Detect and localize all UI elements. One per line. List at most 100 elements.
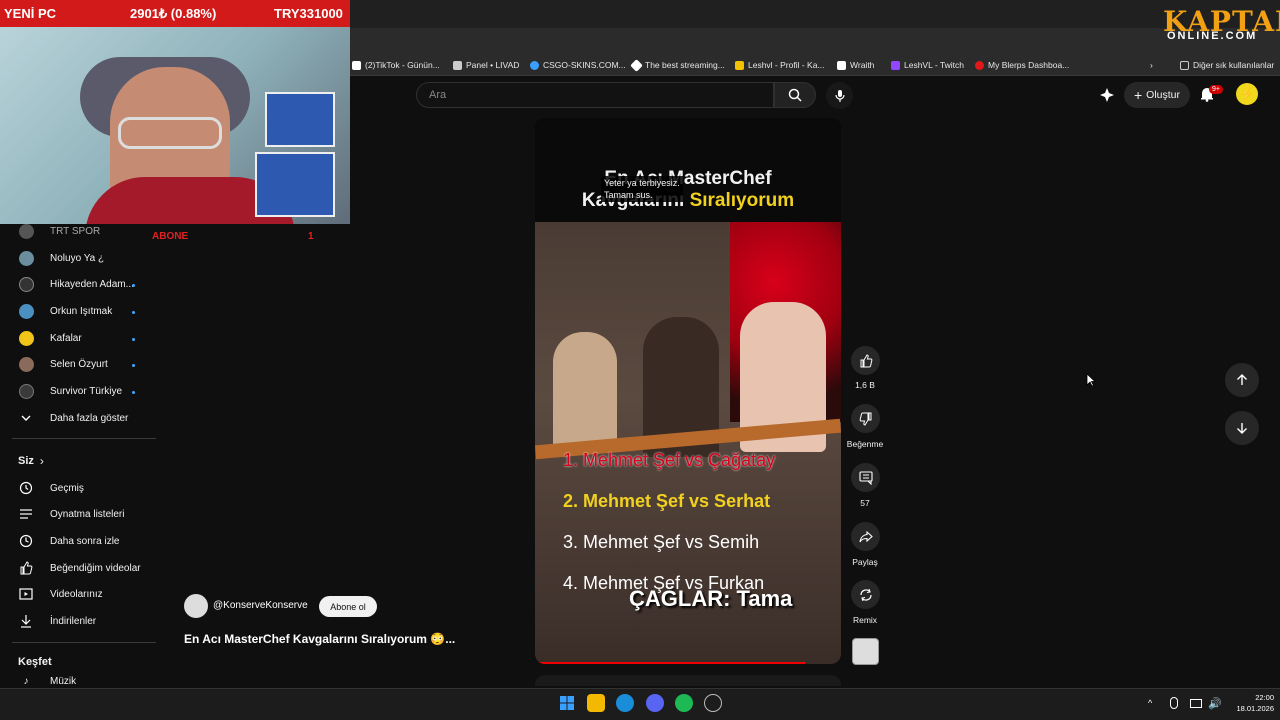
live-indicator-dot	[132, 364, 135, 367]
folder-icon	[1180, 60, 1189, 70]
windows-start-icon[interactable]	[558, 694, 576, 712]
sidebar-item-history[interactable]: Geçmiş	[18, 478, 84, 498]
history-icon	[18, 480, 34, 496]
like-count: 1,6 B	[855, 380, 875, 390]
show-more-button[interactable]: Daha fazla göster	[18, 408, 128, 428]
dislike-button[interactable]	[851, 404, 880, 433]
remix-label: Remix	[852, 615, 878, 625]
short-title-line2: Kavgalarını Sıralıyorum	[582, 190, 795, 211]
bookmark-item[interactable]: CSGO-SKINS.COM...	[530, 58, 626, 72]
sidebar-item-downloads[interactable]: İndirilenler	[18, 611, 96, 631]
plus-icon: +	[1133, 87, 1143, 103]
notification-badge: 9+	[1209, 85, 1223, 94]
bookmark-item[interactable]: Wraith	[837, 58, 874, 72]
arrow-down-icon	[1237, 423, 1247, 434]
sparkle-icon	[1100, 88, 1114, 102]
sidebar-divider	[12, 642, 156, 643]
ranking-item: 2. Mehmet Şef vs Serhat	[563, 491, 771, 511]
subscription-item[interactable]: Noluyo Ya ¿	[18, 248, 104, 268]
share-button[interactable]	[851, 522, 880, 551]
file-explorer-icon[interactable]	[587, 694, 605, 712]
voice-search-button[interactable]	[826, 82, 853, 109]
search-button[interactable]	[774, 82, 816, 108]
live-indicator-dot	[132, 391, 135, 394]
subtitle-overlay: ÇAĞLAR: Tama	[629, 586, 793, 611]
subscribe-button[interactable]: Abone ol	[319, 596, 377, 617]
short-title-card: En Acı MasterChef Kavgalarını Sıralıyoru…	[535, 118, 841, 222]
sidebar-item-music[interactable]: ♪ Müzik	[18, 676, 77, 686]
eagle-poster	[255, 152, 335, 217]
volume-icon[interactable]: 🔊	[1208, 697, 1222, 710]
sound-thumbnail[interactable]	[852, 638, 879, 665]
live-indicator-dot	[132, 311, 135, 314]
discord-icon[interactable]	[646, 694, 664, 712]
you-section-header[interactable]: Siz ›	[18, 454, 44, 468]
subscription-item[interactable]: Kafalar	[18, 328, 82, 348]
bookmark-item[interactable]: Panel • LIVAD	[453, 58, 519, 72]
progress-bar[interactable]	[535, 662, 805, 664]
bookmark-item[interactable]: LeshVL - Twitch	[891, 58, 964, 72]
subscription-item[interactable]: TRT SPOR	[18, 221, 100, 241]
previous-short-button[interactable]	[1225, 363, 1259, 397]
arrow-up-icon	[1237, 374, 1247, 385]
search-input[interactable]: Ara	[416, 82, 774, 108]
stream-overlay-bar: YENİ PC 2901₺ (0.88%) TRY331000	[0, 0, 350, 27]
sidebar-item-liked-videos[interactable]: Beğendiğim videolar	[18, 558, 141, 578]
tray-chevron-up-icon[interactable]: ^	[1148, 698, 1152, 708]
music-note-icon: ♪	[23, 676, 29, 686]
comment-count: 57	[860, 498, 870, 508]
edge-browser-icon[interactable]	[616, 694, 634, 712]
explore-section-header: Keşfet	[18, 656, 52, 668]
chevron-down-icon	[18, 410, 34, 426]
next-short-preview[interactable]	[535, 675, 841, 686]
sidebar-item-watch-later[interactable]: Daha sonra izle	[18, 531, 119, 551]
other-bookmarks-folder[interactable]: Diğer sık kullanılanlar	[1180, 58, 1274, 72]
channel-handle[interactable]: @KonserveKonserve	[213, 600, 308, 611]
sponsor-logo: KAPTAN ONLINE.COM	[1163, 5, 1280, 43]
kick-icon	[735, 60, 744, 70]
upload-sparkle-button[interactable]	[1099, 87, 1115, 108]
live-caption: Yeter ya terbiyesiz. Tamam sus.	[601, 176, 683, 202]
bookmark-item[interactable]: The best streaming...	[630, 58, 725, 72]
subscription-item[interactable]: Hikayeden Adam...	[18, 274, 134, 294]
live-indicator-dot	[132, 284, 135, 287]
playlist-icon	[18, 506, 34, 522]
ranking-item: 3. Mehmet Şef vs Semih	[563, 532, 760, 552]
system-clock[interactable]: 22:00 18.01.2026	[1224, 692, 1274, 714]
channel-avatar[interactable]	[184, 594, 208, 618]
eagle-poster	[265, 92, 335, 147]
create-button[interactable]: + Oluştur	[1124, 82, 1190, 108]
microphone-tray-icon[interactable]	[1170, 697, 1178, 709]
account-avatar[interactable]: ⚡	[1236, 83, 1258, 105]
bookmarks-overflow-chevron-icon[interactable]: ›	[1150, 58, 1153, 72]
next-short-button[interactable]	[1225, 411, 1259, 445]
sidebar-item-playlists[interactable]: Oynatma listeleri	[18, 504, 124, 524]
subscription-item[interactable]: Selen Özyurt	[18, 354, 108, 374]
bookmark-item[interactable]: Leshvl - Profil - Ka...	[735, 58, 825, 72]
bookmark-item[interactable]: (2)TikTok - Günün...	[352, 58, 440, 72]
csgo-icon	[530, 60, 539, 70]
spotify-icon[interactable]	[675, 694, 693, 712]
thumbs-up-icon	[860, 353, 872, 367]
bookmark-item[interactable]: My Blerps Dashboa...	[975, 58, 1069, 72]
sidebar-item-your-videos[interactable]: Videolarınız	[18, 584, 103, 604]
comments-button[interactable]	[851, 463, 880, 492]
short-video-frame: 1. Mehmet Şef vs Çağatay 2. Mehmet Şef v…	[535, 222, 841, 664]
remix-icon	[859, 588, 872, 601]
channel-avatar	[18, 276, 34, 292]
share-arrow-icon	[858, 530, 873, 542]
channel-avatar	[18, 223, 34, 239]
like-button[interactable]	[851, 346, 880, 375]
mouse-cursor-icon	[1086, 373, 1096, 387]
display-tray-icon[interactable]	[1190, 699, 1202, 708]
subscription-item[interactable]: Survivor Türkiye	[18, 381, 122, 401]
channel-avatar	[18, 250, 34, 266]
wraith-icon	[837, 60, 846, 70]
short-video-player[interactable]: En Acı MasterChef Kavgalarını Sıralıyoru…	[535, 118, 841, 664]
chevron-right-icon: ›	[39, 454, 44, 468]
remix-button[interactable]	[851, 580, 880, 609]
video-title[interactable]: En Acı MasterChef Kavgalarını Sıralıyoru…	[184, 632, 455, 646]
share-label: Paylaş	[852, 557, 878, 567]
settings-gear-icon[interactable]	[704, 694, 722, 712]
subscription-item[interactable]: Orkun Işıtmak	[18, 301, 112, 321]
